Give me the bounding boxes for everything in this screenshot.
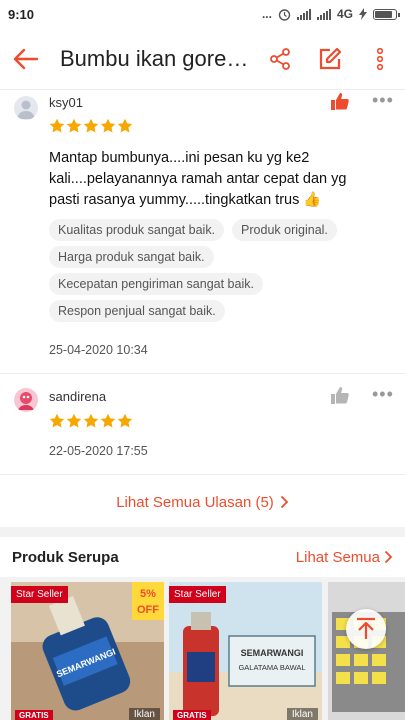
similar-products-carousel[interactable]: SEMARWANGI Star Seller 5% OFF GRATIS Ikl… — [0, 577, 405, 720]
star-icon — [83, 118, 99, 133]
section-title: Produk Serupa — [12, 548, 119, 566]
network-type: 4G — [336, 7, 353, 21]
star-icon — [66, 413, 82, 428]
review-tag: Harga produk sangat baik. — [49, 246, 214, 268]
star-icon — [117, 118, 133, 133]
star-icon — [49, 118, 65, 133]
reviewer-name[interactable]: sandirena — [49, 389, 106, 404]
page-title: Bumbu ikan goreng Semarwangi — [60, 45, 250, 71]
see-all-similar-label: Lihat Semua — [295, 548, 380, 566]
divider — [0, 474, 405, 475]
ad-label: Iklan — [286, 708, 318, 720]
alarm-icon — [278, 8, 291, 21]
rating-stars — [49, 118, 133, 134]
product-card[interactable]: SEMARWANGI GALATAMA BAWAL Star Seller GR… — [169, 582, 322, 720]
review-text: Mantap bumbunya....ini pesan ku yg ke2 k… — [49, 150, 347, 208]
review-more-button[interactable]: ••• — [372, 385, 394, 403]
back-button[interactable] — [0, 28, 52, 90]
free-shipping-badge: GRATIS — [173, 710, 211, 720]
section-separator — [0, 527, 405, 537]
edit-icon — [319, 47, 342, 69]
app-header: Bumbu ikan goreng Semarwangi — [0, 28, 405, 90]
arrow-up-icon — [357, 617, 375, 639]
product-image — [328, 582, 405, 720]
like-icon[interactable] — [330, 386, 350, 404]
divider — [0, 373, 405, 374]
review-item: ksy01 ••• Mantap bumbunya....ini pesan k… — [0, 91, 405, 373]
discount-label: OFF — [137, 604, 159, 616]
review-tag: Respon penjual sangat baik. — [49, 300, 225, 322]
review-tag: Produk original. — [232, 219, 337, 241]
discount-badge: 5% OFF — [132, 582, 164, 620]
more-options-button[interactable] — [355, 28, 405, 90]
star-seller-badge: Star Seller — [169, 586, 226, 603]
star-icon — [66, 118, 82, 133]
star-icon — [100, 118, 116, 133]
free-shipping-badge: GRATIS — [15, 710, 53, 720]
share-icon — [270, 47, 290, 70]
reviewer-name[interactable]: ksy01 — [49, 95, 83, 110]
review-date: 22-05-2020 17:55 — [49, 444, 148, 458]
status-time: 9:10 — [8, 6, 35, 22]
product-card[interactable] — [328, 582, 405, 720]
rating-stars — [49, 413, 133, 429]
product-card[interactable]: SEMARWANGI Star Seller 5% OFF GRATIS Ikl… — [11, 582, 164, 720]
avatar[interactable] — [14, 96, 38, 120]
chevron-right-icon — [280, 495, 289, 509]
similar-products-header: Produk Serupa Lihat Semua — [0, 537, 405, 577]
review-tag: Kecepatan pengiriman sangat baik. — [49, 273, 263, 295]
share-button[interactable] — [255, 28, 305, 90]
review-tags: Kualitas produk sangat baik. Produk origi… — [49, 219, 389, 327]
review-item: sandirena ••• 22-05-2020 17:55 — [0, 376, 405, 474]
star-icon — [117, 413, 133, 428]
see-all-reviews-label: Lihat Semua Ulasan (5) — [116, 493, 274, 511]
review-more-button[interactable]: ••• — [372, 91, 394, 109]
avatar[interactable] — [14, 388, 38, 412]
edit-button[interactable] — [305, 28, 355, 90]
more-vertical-icon — [377, 47, 383, 70]
review-tag: Kualitas produk sangat baik. — [49, 219, 225, 241]
star-seller-badge: Star Seller — [11, 586, 68, 603]
status-bar: 9:10 ... 4G — [0, 0, 405, 28]
ad-label: Iklan — [128, 708, 160, 720]
user-placeholder-icon — [17, 100, 35, 119]
like-icon[interactable] — [330, 92, 350, 110]
signal-icon-2 — [316, 8, 331, 20]
avatar-image — [14, 388, 38, 412]
sign-line-2: GALATAMA BAWAL — [238, 663, 305, 672]
chevron-right-icon — [384, 550, 393, 564]
signal-icon — [296, 8, 311, 20]
header-actions — [255, 28, 405, 90]
status-icons: ... 4G — [261, 7, 400, 21]
see-all-reviews-button[interactable]: Lihat Semua Ulasan (5) — [0, 478, 405, 526]
star-icon — [83, 413, 99, 428]
charging-icon — [359, 8, 367, 20]
review-date: 25-04-2020 10:34 — [49, 343, 148, 357]
discount-percent: 5% — [140, 588, 156, 600]
scroll-to-top-button[interactable] — [346, 609, 386, 649]
arrow-left-icon — [13, 48, 39, 69]
battery-icon — [373, 8, 400, 20]
more-notifications-icon: ... — [261, 7, 272, 21]
see-all-similar-button[interactable]: Lihat Semua — [296, 549, 393, 566]
sign-line-1: SEMARWANGI — [241, 648, 304, 658]
star-icon — [49, 413, 65, 428]
star-icon — [100, 413, 116, 428]
